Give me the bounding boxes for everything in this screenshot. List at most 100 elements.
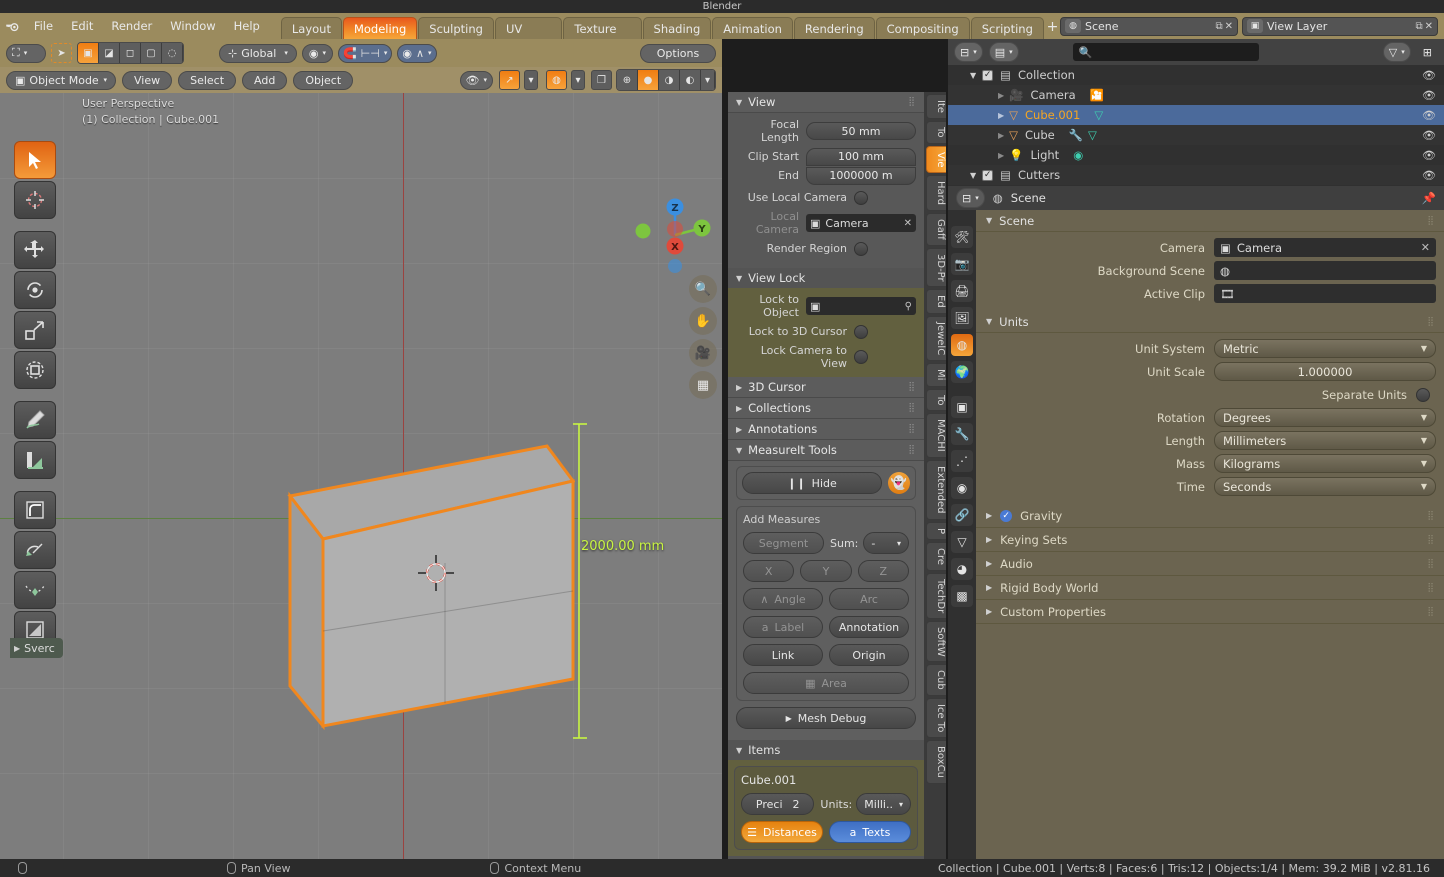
menu-file[interactable]: File <box>25 16 62 36</box>
sverchok-side-tab[interactable]: ▶ Sverc <box>10 638 63 658</box>
clip-end-field[interactable]: 1000000 m <box>806 166 916 185</box>
mode-selector[interactable]: ▣ Object Mode ▾ <box>6 70 116 90</box>
tab-sculpting[interactable]: Sculpting <box>418 17 494 39</box>
transform-icon[interactable] <box>14 351 56 389</box>
delete-scene-icon[interactable]: ✕ <box>1225 21 1233 32</box>
rendered-shading-icon[interactable]: ◐ <box>680 70 701 90</box>
cursor-icon[interactable] <box>14 181 56 219</box>
vtab-cub[interactable]: Cub <box>926 664 946 697</box>
tab-scripting[interactable]: Scripting <box>970 17 1044 39</box>
vtab-jewelc[interactable]: JewelC <box>926 316 946 362</box>
vtab-gaff[interactable]: Gaff <box>926 213 946 246</box>
visibility-eye-icon[interactable]: 👁 <box>1422 169 1436 182</box>
mesh-debug-button[interactable]: ▶ Mesh Debug <box>736 707 916 729</box>
visibility-eye-icon[interactable]: 👁 <box>1422 149 1436 162</box>
viewport-sidebar[interactable]: ▼ View ⣿ Focal Length 50 mm Clip Start 1… <box>728 92 924 859</box>
camera-field[interactable]: ▣ Camera ✕ <box>1214 238 1436 257</box>
render-region-toggle[interactable] <box>854 241 868 256</box>
drag-handle-icon[interactable]: ⣿ <box>908 403 916 413</box>
viewport-3d[interactable]: ⛶ ▾ ➤ ▣ ◪ ◻ ▢ ◌ ⊹ Global ▾ ◉ ▾ 🧲 ⊢⊣ ▾ ◉ … <box>0 39 722 877</box>
section-header-gravity[interactable]: ▶ ✓ Gravity ⣿ <box>976 504 1444 528</box>
panel-header-annotations[interactable]: ▶ Annotations ⣿ <box>728 419 924 440</box>
unit-system-select[interactable]: Metric ▼ <box>1214 339 1436 358</box>
pivot-point-selector[interactable]: ◉ ▾ <box>301 43 333 63</box>
loopcut-icon[interactable] <box>14 571 56 609</box>
unit-scale-field[interactable]: 1.000000 <box>1214 362 1436 381</box>
blender-logo-icon[interactable] <box>0 13 25 39</box>
viewport-menu-object[interactable]: Object <box>293 70 354 90</box>
pin-icon[interactable]: 📌 <box>1422 191 1436 205</box>
transform-orientation-selector[interactable]: ⊹ Global ▾ <box>219 43 297 63</box>
drag-handle-icon[interactable]: ⣿ <box>908 445 916 455</box>
vtab-to[interactable]: To <box>926 121 946 144</box>
chevron-right-icon[interactable]: ▶ <box>998 131 1004 140</box>
menu-edit[interactable]: Edit <box>62 16 102 36</box>
panel-header-collections[interactable]: ▶ Collections ⣿ <box>728 398 924 419</box>
visibility-eye-icon[interactable]: 👁 <box>1422 69 1436 82</box>
measureit-hide-button[interactable]: ❙❙ Hide <box>742 472 882 494</box>
shading-mode-group[interactable]: ⊕ ● ◑ ◐ ▾ <box>616 69 716 91</box>
angle-button[interactable]: ∧ Angle <box>743 588 823 610</box>
solid-shading-icon[interactable]: ● <box>638 70 659 90</box>
section-header-keying-sets[interactable]: ▶ Keying Sets ⣿ <box>976 528 1444 552</box>
separate-units-toggle[interactable] <box>1416 387 1430 402</box>
segment-button[interactable]: Segment <box>743 532 824 554</box>
distances-toggle[interactable]: ☰ Distances <box>741 821 823 843</box>
properties-editor-type-selector[interactable]: ⊟ ▾ <box>956 188 985 208</box>
tab-modeling[interactable]: Modeling <box>342 17 418 39</box>
link-button[interactable]: Link <box>743 644 823 666</box>
scene-selector[interactable]: ◍ Scene ⧉ ✕ <box>1060 16 1238 36</box>
drag-handle-icon[interactable]: ⣿ <box>1427 583 1444 593</box>
lock-camera-to-view-toggle[interactable] <box>854 350 868 364</box>
properties-editor[interactable]: ⊟ ▾ ◍ Scene 📌 🛠 📷 🖨 🖼 ◍ 🌍 ▣ 🔧 ⋰ ◉ 🔗 ▽ ◕ ▩… <box>948 186 1444 859</box>
section-header-audio[interactable]: ▶ Audio ⣿ <box>976 552 1444 576</box>
area-button[interactable]: ▦ Area <box>743 672 909 694</box>
drag-handle-icon[interactable]: ⣿ <box>908 382 916 392</box>
measure-z-button[interactable]: Z <box>857 560 909 582</box>
outliner-row-collection[interactable]: ▼ ✓ ▤ Collection 👁 <box>948 65 1444 85</box>
menu-window[interactable]: Window <box>161 16 224 36</box>
annotate-icon[interactable] <box>14 401 56 439</box>
viewport-menu-add[interactable]: Add <box>242 70 288 90</box>
spin-icon[interactable] <box>14 531 56 569</box>
vtab-ed[interactable]: Ed <box>926 289 946 315</box>
drag-handle-icon[interactable]: ⣿ <box>908 97 916 107</box>
visibility-selector[interactable]: 👁 ▾ <box>459 70 493 90</box>
edge-select-icon[interactable]: ◪ <box>99 43 120 63</box>
view-layer-actions[interactable]: ⧉ ✕ <box>1415 21 1433 32</box>
time-select[interactable]: Seconds ▼ <box>1214 477 1436 496</box>
outliner-search-input[interactable]: 🔍 <box>1072 43 1259 61</box>
tab-layout[interactable]: Layout <box>280 17 342 39</box>
tab-shading[interactable]: Shading <box>642 17 712 39</box>
pan-hand-icon[interactable]: ✋ <box>689 307 717 335</box>
new-view-layer-icon[interactable]: ⧉ <box>1415 21 1422 32</box>
texts-toggle[interactable]: a Texts <box>829 821 911 843</box>
vtab-to-2[interactable]: To <box>926 388 946 412</box>
drag-handle-icon[interactable]: ⣿ <box>1427 317 1444 327</box>
section-header-rigid-body-world[interactable]: ▶ Rigid Body World ⣿ <box>976 576 1444 600</box>
world-icon[interactable]: 🌍 <box>951 361 973 383</box>
menu-help[interactable]: Help <box>225 16 269 36</box>
overlays-icon[interactable]: ◍ <box>546 70 567 90</box>
physics-icon[interactable]: ◉ <box>951 477 973 499</box>
focal-length-field[interactable]: 50 mm <box>806 122 916 140</box>
vtab-boxcu[interactable]: BoxCu <box>926 740 946 785</box>
viewport-canvas[interactable]: User Perspective (1) Collection | Cube.0… <box>0 93 722 877</box>
magnet-icon[interactable]: 🧲 <box>343 47 357 60</box>
wireframe-shading-icon[interactable]: ⊕ <box>617 70 638 90</box>
xray-toggle-icon[interactable]: ❐ <box>591 70 612 90</box>
overlays-dropdown-icon[interactable]: ▾ <box>571 70 585 90</box>
tweak-select-icon[interactable] <box>14 141 56 179</box>
drag-handle-icon[interactable]: ⣿ <box>1427 511 1444 521</box>
background-scene-field[interactable]: ◍ <box>1214 261 1436 280</box>
drag-handle-icon[interactable]: ⣿ <box>908 424 916 434</box>
scene-icon[interactable]: ◍ <box>951 334 973 356</box>
subpanel-header-items[interactable]: ▼ Items <box>728 740 924 760</box>
zoom-icon[interactable]: 🔍 <box>689 275 717 303</box>
gizmo-icon[interactable]: ↗ <box>499 70 520 90</box>
select-box-icon[interactable]: ▢ <box>141 43 162 63</box>
outliner-row-light[interactable]: ▶ 💡 Light ◉ 👁 <box>948 145 1444 165</box>
falloff-icon[interactable]: ∧ <box>416 47 424 60</box>
drag-handle-icon[interactable]: ⣿ <box>1427 216 1444 226</box>
subpanel-header-view-lock[interactable]: ▼ View Lock <box>728 268 924 288</box>
